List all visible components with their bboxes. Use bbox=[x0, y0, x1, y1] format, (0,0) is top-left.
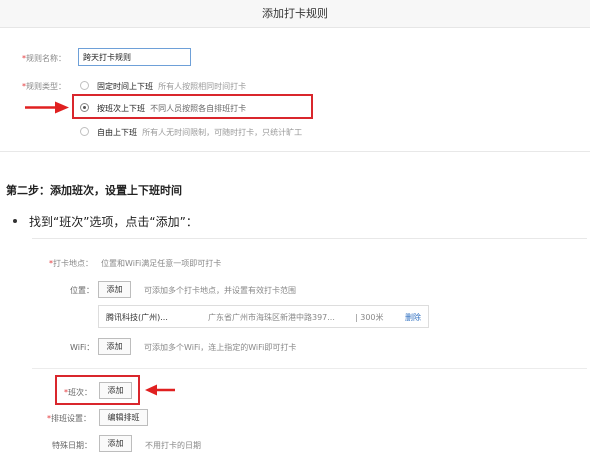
section-divider bbox=[32, 368, 587, 369]
option-title: 固定时间上下班 bbox=[97, 82, 153, 91]
wifi-label: WiFi： bbox=[70, 343, 95, 352]
option-desc: 所有人无时间限制，可随时打卡，只统计旷工 bbox=[142, 128, 303, 137]
step-title: 第二步：添加班次，设置上下班时间 bbox=[6, 184, 182, 197]
location-row: 腾讯科技(广州)... 广东省广州市海珠区新港中路397... | 300米 删… bbox=[98, 305, 429, 328]
location-range: | 300米 bbox=[355, 313, 384, 322]
position-label: 位置： bbox=[70, 286, 94, 295]
add-wifi-button[interactable]: 添加 bbox=[98, 338, 131, 355]
position-hint: 可添加多个打卡地点，并设置有效打卡范围 bbox=[144, 286, 296, 295]
option-free-time[interactable]: 自由上下班 所有人无时间限制，可随时打卡，只统计旷工 bbox=[97, 127, 302, 138]
special-date-label: 特殊日期： bbox=[52, 441, 92, 450]
panel-title: 添加打卡规则 bbox=[0, 0, 590, 28]
option-fixed-time[interactable]: 固定时间上下班 所有人按照相同时间打卡 bbox=[97, 81, 246, 92]
red-arrow-icon bbox=[145, 384, 175, 396]
bullet-dot bbox=[13, 219, 17, 223]
highlight-box-shift bbox=[55, 375, 140, 405]
location-label: *打卡地点： bbox=[49, 258, 93, 269]
rule-type-label-text: 规则类型： bbox=[26, 82, 66, 91]
delete-location-link[interactable]: 删除 bbox=[405, 312, 421, 323]
step-instruction: 找到“班次”选项，点击“添加”： bbox=[29, 215, 198, 229]
schedule-label-text: 排班设置： bbox=[51, 414, 91, 423]
wifi-hint: 可添加多个WiFi，连上指定的WiFi即可打卡 bbox=[144, 343, 297, 352]
location-label-text: 打卡地点： bbox=[53, 259, 93, 268]
location-name: 腾讯科技(广州)... bbox=[106, 313, 168, 322]
schedule-label: *排班设置： bbox=[47, 413, 91, 424]
rule-name-input[interactable] bbox=[78, 48, 191, 66]
highlight-box-by-shift bbox=[72, 94, 313, 119]
add-special-date-button[interactable]: 添加 bbox=[99, 435, 132, 452]
radio-fixed-time[interactable] bbox=[80, 81, 89, 90]
add-position-button[interactable]: 添加 bbox=[98, 281, 131, 298]
option-title: 自由上下班 bbox=[97, 128, 137, 137]
location-address: 广东省广州市海珠区新港中路397... bbox=[208, 313, 335, 322]
rule-name-label: *规则名称： bbox=[22, 53, 66, 64]
edit-schedule-button[interactable]: 编辑排班 bbox=[99, 409, 148, 426]
location-hint: 位置和WiFi满足任意一项即可打卡 bbox=[101, 259, 222, 268]
option-desc: 所有人按照相同时间打卡 bbox=[158, 82, 247, 91]
special-date-hint: 不用打卡的日期 bbox=[145, 441, 201, 450]
rule-name-label-text: 规则名称： bbox=[26, 54, 66, 63]
rule-type-label: *规则类型： bbox=[22, 81, 66, 92]
radio-free-time[interactable] bbox=[80, 127, 89, 136]
red-arrow-icon bbox=[25, 101, 69, 114]
